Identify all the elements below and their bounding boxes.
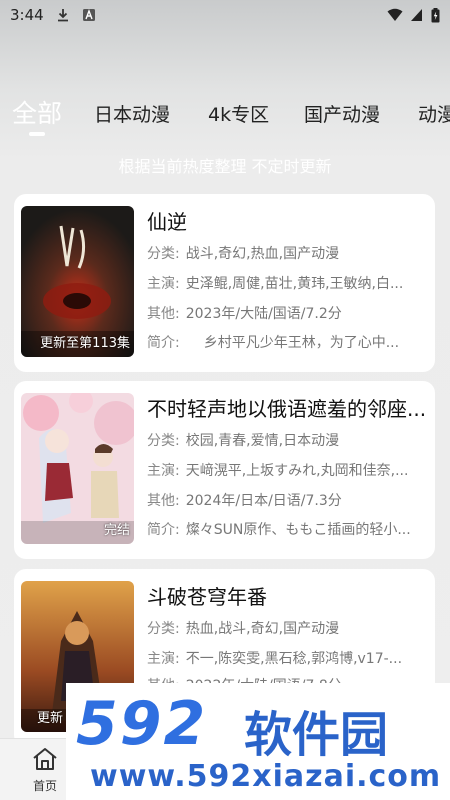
other-value: 2024年/日本/日语/7.3分 — [185, 493, 342, 509]
wifi-icon — [387, 8, 403, 21]
status-badge: 完结 — [103, 523, 130, 538]
intro-row: 简介: 乡村平凡少年王林，为了心中... — [147, 332, 427, 352]
other-value: 2023年/大陆/国语/7.2分 — [185, 306, 342, 322]
cast-value: 不一,陈奕雯,黑石稔,郭鸿博,v17-... — [185, 651, 403, 667]
intro-label: 简介: — [147, 335, 180, 351]
tab-domestic-anime[interactable]: 国产动漫 — [304, 100, 380, 127]
genre-row: 分类: 战斗,奇幻,热血,国产动漫 — [147, 243, 427, 263]
genre-value: 热血,战斗,奇幻,国产动漫 — [185, 621, 340, 637]
genre-row: 分类: 校园,青春,爱情,日本动漫 — [147, 430, 427, 450]
other-row: 其他: 2024年/日本/日语/7.3分 — [147, 490, 427, 510]
genre-value: 校园,青春,爱情,日本动漫 — [185, 433, 340, 449]
nav-home[interactable]: 首页 — [24, 747, 66, 797]
a-badge-icon — [82, 9, 95, 21]
episode-badge: 更新 — [37, 711, 64, 726]
item-title[interactable]: 斗破苍穹年番 — [147, 581, 427, 610]
cast-row: 主演: 不一,陈奕雯,黑石稔,郭鸿博,v17-... — [147, 648, 427, 668]
intro-value: 燦々SUN原作、ももこ插画的轻小... — [185, 522, 411, 538]
genre-label: 分类: — [147, 246, 180, 262]
tab-anime[interactable]: 动漫 — [418, 100, 450, 127]
cast-label: 主演: — [147, 276, 180, 292]
intro-value: 乡村平凡少年王林，为了心中... — [203, 335, 400, 351]
intro-label: 简介: — [147, 522, 180, 538]
battery-icon — [431, 7, 440, 22]
cast-value: 天﨑滉平,上坂すみれ,丸岡和佳奈,... — [185, 463, 409, 479]
cast-label: 主演: — [147, 651, 180, 667]
genre-value: 战斗,奇幻,热血,国产动漫 — [185, 246, 340, 262]
episode-badge: 更新至第113集 — [40, 336, 130, 351]
list-item[interactable]: 更新至第113集 仙逆 分类: 战斗,奇幻,热血,国产动漫 主演: 史泽鲲,周健,苗… — [14, 194, 435, 372]
download-icon — [57, 9, 68, 22]
genre-label: 分类: — [147, 621, 180, 637]
cast-row: 主演: 天﨑滉平,上坂すみれ,丸岡和佳奈,... — [147, 460, 427, 480]
tab-4k[interactable]: 4k专区 — [208, 100, 269, 127]
tab-all[interactable]: 全部 — [12, 94, 62, 130]
genre-row: 分类: 热血,战斗,奇幻,国产动漫 — [147, 618, 427, 638]
tab-active-indicator — [29, 132, 45, 136]
watermark-brand: 592 — [76, 689, 208, 759]
status-time: 3:44 — [10, 6, 44, 24]
other-row: 其他: 2023年/大陆/国语/7.2分 — [147, 303, 427, 323]
subtitle: 根据当前热度整理 不定时更新 — [118, 157, 332, 176]
item-title[interactable]: 不时轻声地以俄语遮羞的邻座... — [147, 393, 427, 422]
other-label: 其他: — [147, 306, 180, 322]
poster-image[interactable]: 更新至第113集 — [21, 206, 134, 357]
item-title[interactable]: 仙逆 — [147, 206, 427, 235]
watermark-overlay: 592 软件园 www.592xiazai.com — [66, 683, 450, 800]
poster-image[interactable]: 完结 — [21, 393, 134, 544]
cast-label: 主演: — [147, 463, 180, 479]
genre-label: 分类: — [147, 433, 180, 449]
cast-value: 史泽鲲,周健,苗壮,黄玮,王敏纳,白... — [185, 276, 404, 292]
intro-row: 简介: 燦々SUN原作、ももこ插画的轻小... — [147, 519, 427, 539]
list-item[interactable]: 完结 不时轻声地以俄语遮羞的邻座... 分类: 校园,青春,爱情,日本动漫 主演:… — [14, 381, 435, 559]
other-label: 其他: — [147, 493, 180, 509]
category-tabs: 全部 日本动漫 4k专区 国产动漫 动漫 — [0, 88, 450, 134]
watermark-url: www.592xiazai.com — [90, 759, 442, 794]
cast-row: 主演: 史泽鲲,周健,苗壮,黄玮,王敏纳,白... — [147, 273, 427, 293]
status-bar: 3:44 — [0, 0, 450, 30]
nav-home-label: 首页 — [32, 779, 57, 793]
signal-icon — [411, 9, 422, 21]
tab-japanese-anime[interactable]: 日本动漫 — [94, 100, 170, 127]
home-icon — [33, 748, 57, 770]
watermark-brand-cn: 软件园 — [244, 707, 389, 763]
